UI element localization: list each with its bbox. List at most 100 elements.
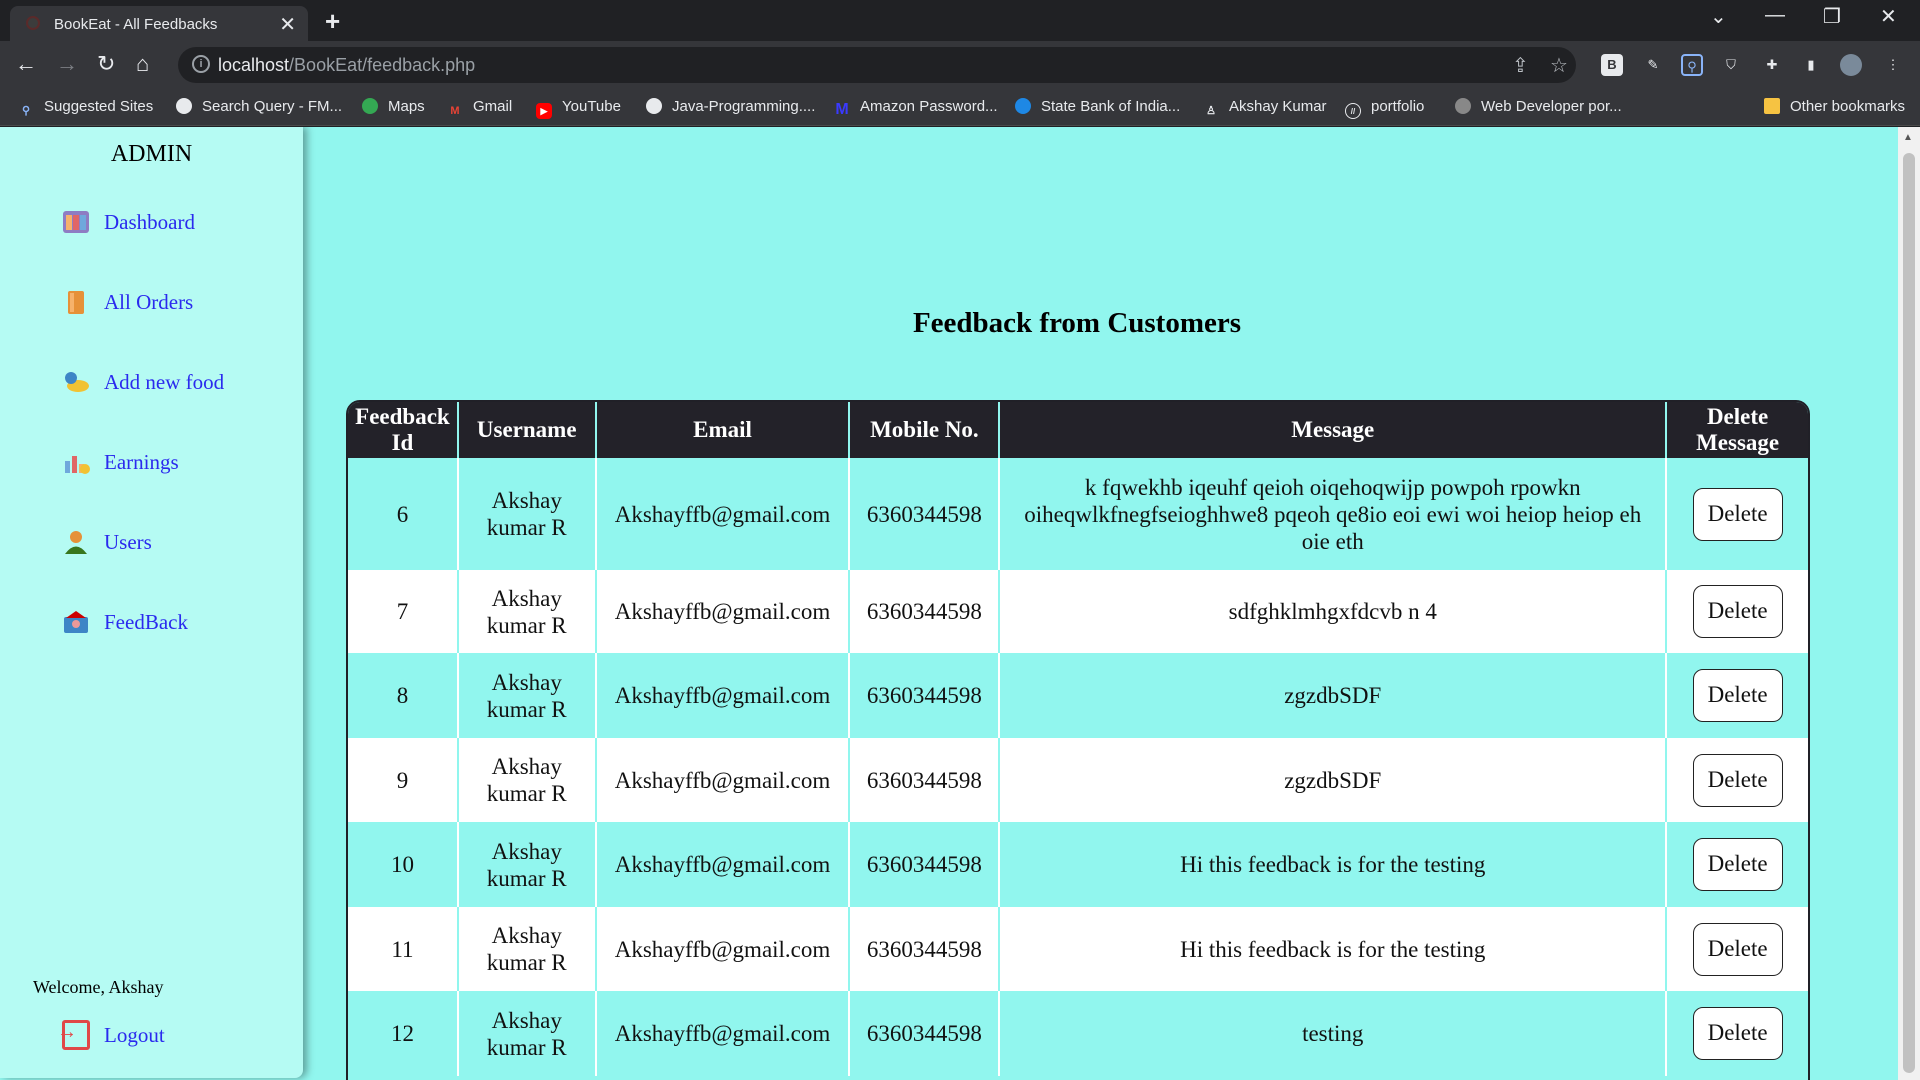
sidebar-item-label: All Orders	[104, 289, 194, 314]
avatar-icon	[1455, 98, 1471, 114]
bookmark-suggested-sites[interactable]: ⚲ Suggested Sites	[18, 98, 153, 119]
table-header-row: Feedback Id Username Email Mobile No. Me…	[348, 402, 1808, 458]
column-header-delete: Delete Message	[1666, 402, 1808, 458]
sidebar-item-earnings[interactable]: Earnings	[62, 447, 179, 477]
extension-shield-icon[interactable]: ⛉	[1720, 54, 1742, 76]
delete-button[interactable]: Delete	[1692, 753, 1783, 807]
table-row: 9 Akshay kumar R Akshayffb@gmail.com 636…	[348, 738, 1808, 822]
cell-username: Akshay kumar R	[457, 907, 597, 991]
table-row: 8 Akshay kumar R Akshayffb@gmail.com 636…	[348, 653, 1808, 738]
scroll-up-icon[interactable]: ▲	[1903, 132, 1913, 143]
sidebar-item-add-new-food[interactable]: Add new food	[62, 367, 224, 397]
bookmark-java-programming[interactable]: Java-Programming....	[646, 98, 815, 115]
search-icon: ⚲	[21, 105, 31, 117]
table-row: 11 Akshay kumar R Akshayffb@gmail.com 63…	[348, 907, 1808, 991]
tab-search-icon[interactable]: ⌄	[1710, 4, 1727, 29]
restore-icon[interactable]: ❐	[1823, 4, 1841, 29]
cell-mobile: 6360344598	[849, 458, 1001, 570]
bookmark-web-developer[interactable]: Web Developer por...	[1455, 98, 1622, 115]
earnings-icon	[62, 449, 90, 475]
delete-button[interactable]: Delete	[1692, 585, 1783, 638]
table-body: 6 Akshay kumar R Akshayffb@gmail.com 636…	[348, 458, 1808, 1076]
gmail-icon: M	[450, 105, 460, 117]
bookmark-maps[interactable]: Maps	[362, 98, 425, 115]
cell-username: Akshay kumar R	[457, 458, 597, 570]
side-panel-icon[interactable]: ▮	[1800, 54, 1822, 76]
feedback-table: Feedback Id Username Email Mobile No. Me…	[348, 402, 1808, 1076]
sidebar-title: ADMIN	[110, 141, 193, 167]
browser-menu-icon[interactable]: ⋮	[1882, 54, 1904, 76]
column-header-message: Message	[999, 402, 1668, 458]
bookmark-star-icon[interactable]: ☆	[1550, 53, 1568, 78]
bookmark-search-query[interactable]: Search Query - FM...	[176, 98, 342, 115]
cell-delete: Delete	[1666, 822, 1808, 907]
address-bar[interactable]: i localhost/BookEat/feedback.php ⇪ ☆	[178, 47, 1576, 83]
extension-eyedropper-icon[interactable]: ✎	[1642, 54, 1664, 76]
browser-tab-strip: BookEat - All Feedbacks ✕ + ⌄ — ❐ ✕	[0, 0, 1920, 41]
forward-icon[interactable]: →	[56, 51, 78, 77]
extensions-puzzle-icon[interactable]: ✚	[1761, 54, 1783, 76]
cell-delete: Delete	[1666, 907, 1808, 991]
sidebar-item-feedback[interactable]: FeedBack	[62, 607, 188, 637]
logout-icon	[57, 1020, 90, 1050]
feedback-icon	[62, 609, 90, 635]
sidebar-item-dashboard[interactable]: Dashboard	[62, 207, 195, 237]
folder-icon	[1764, 98, 1780, 114]
cell-mobile: 6360344598	[849, 907, 1001, 991]
tab-close-icon[interactable]: ✕	[279, 12, 296, 37]
page-scrollbar[interactable]: ▲	[1898, 127, 1920, 1080]
users-icon	[62, 529, 90, 555]
feedback-table-container: Feedback Id Username Email Mobile No. Me…	[346, 400, 1810, 1080]
column-header-username: Username	[457, 402, 597, 458]
bookmark-akshay-kumar[interactable]: ♙ Akshay Kumar	[1203, 98, 1326, 119]
home-icon[interactable]: ⌂	[136, 51, 149, 77]
cell-email: Akshayffb@gmail.com	[595, 653, 851, 738]
share-icon[interactable]: ⇪	[1512, 53, 1529, 78]
cell-delete: Delete	[1666, 570, 1808, 653]
extension-search-icon[interactable]: ⚲	[1681, 54, 1703, 76]
browser-toolbar: ← → ↻ ⌂ i localhost/BookEat/feedback.php…	[0, 41, 1920, 89]
new-tab-button[interactable]: +	[325, 6, 340, 37]
food-icon	[62, 369, 90, 395]
cell-feedback-id: 9	[348, 738, 459, 822]
cell-username: Akshay kumar R	[457, 738, 597, 822]
column-header-email: Email	[595, 402, 851, 458]
globe-icon	[646, 98, 662, 114]
sidebar-item-users[interactable]: Users	[62, 527, 152, 557]
profile-avatar[interactable]	[1840, 54, 1862, 76]
delete-button[interactable]: Delete	[1692, 1007, 1783, 1060]
cell-username: Akshay kumar R	[457, 653, 597, 738]
admin-sidebar: ADMIN Dashboard All Orders Add new food …	[0, 127, 303, 1078]
bookmark-gmail[interactable]: M Gmail	[447, 98, 512, 119]
sidebar-item-all-orders[interactable]: All Orders	[62, 287, 193, 317]
browser-tab[interactable]: BookEat - All Feedbacks ✕	[10, 6, 308, 41]
extension-b-icon[interactable]: B	[1601, 54, 1623, 76]
sbi-logo-icon	[1015, 98, 1031, 114]
bookmark-portfolio[interactable]: //portfolio	[1345, 98, 1424, 119]
back-icon[interactable]: ←	[15, 51, 37, 77]
cell-feedback-id: 11	[348, 907, 459, 991]
cell-mobile: 6360344598	[849, 653, 1001, 738]
url-text[interactable]: localhost/BookEat/feedback.php	[218, 55, 475, 76]
delete-button[interactable]: Delete	[1692, 669, 1783, 722]
person-icon: ♙	[1206, 105, 1216, 117]
bookmark-youtube[interactable]: ▶ YouTube	[536, 98, 621, 119]
maps-pin-icon	[362, 98, 378, 114]
table-row: 7 Akshay kumar R Akshayffb@gmail.com 636…	[348, 570, 1808, 653]
minimize-icon[interactable]: —	[1765, 4, 1785, 27]
logout-link[interactable]: Logout	[57, 1020, 165, 1050]
scrollbar-thumb[interactable]	[1903, 153, 1915, 1073]
delete-button[interactable]: Delete	[1692, 838, 1783, 891]
delete-button[interactable]: Delete	[1692, 487, 1783, 541]
cell-delete: Delete	[1666, 738, 1808, 822]
cell-delete: Delete	[1666, 991, 1808, 1076]
reload-icon[interactable]: ↻	[97, 51, 115, 77]
page-title: Feedback from Customers	[912, 307, 1242, 339]
cell-message: k fqwekhb iqeuhf qeioh oiqehoqwijp powpo…	[999, 458, 1668, 570]
bookmark-amazon-password[interactable]: M Amazon Password...	[834, 98, 997, 118]
bookmark-sbi[interactable]: State Bank of India...	[1015, 98, 1180, 115]
delete-button[interactable]: Delete	[1692, 922, 1783, 976]
site-info-icon[interactable]: i	[192, 55, 210, 73]
window-close-icon[interactable]: ✕	[1880, 4, 1897, 29]
other-bookmarks[interactable]: Other bookmarks	[1764, 98, 1905, 115]
